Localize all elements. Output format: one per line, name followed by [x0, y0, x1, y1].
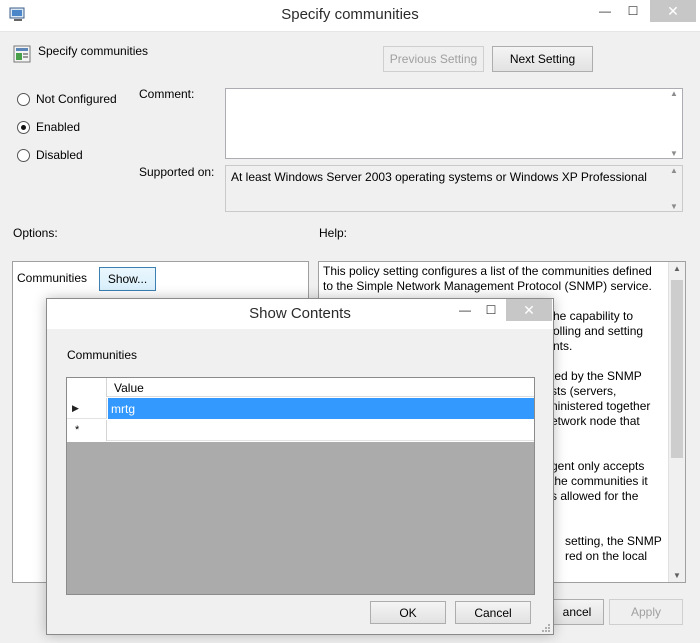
communities-option-label: Communities	[17, 271, 88, 285]
help-fragment-3: gent only accepts the communities it s a…	[551, 459, 648, 503]
radio-circle[interactable]	[17, 148, 30, 162]
help-fragment-4: setting, the SNMP red on the local	[565, 534, 662, 563]
apply-button[interactable]: Apply	[609, 599, 683, 625]
help-fragment-1: he capability to olling and setting nts.	[553, 309, 644, 353]
show-contents-dialog: Show Contents — ☐ ✕ Communities Value ▶ …	[46, 298, 554, 635]
new-row-selector[interactable]: *	[67, 420, 107, 441]
cell-value[interactable]: mrtg	[108, 398, 534, 419]
show-button[interactable]: Show...	[99, 267, 156, 291]
table-row[interactable]: ▶ mrtg	[67, 398, 534, 419]
cancel-button-label: ancel	[562, 605, 592, 619]
options-label: Options:	[13, 226, 58, 240]
radio-circle[interactable]	[17, 120, 30, 134]
previous-setting-button[interactable]: Previous Setting	[383, 46, 484, 72]
maximize-button[interactable]: ☐	[620, 0, 646, 22]
scroll-down-icon[interactable]: ▼	[670, 149, 678, 158]
dialog-maximize-button[interactable]: ☐	[478, 299, 504, 321]
scroll-down-icon[interactable]: ▼	[670, 202, 678, 211]
close-button[interactable]: ✕	[650, 0, 696, 22]
new-row[interactable]: *	[67, 420, 534, 441]
help-scrollbar[interactable]: ▲ ▼	[668, 262, 685, 582]
radio-not-configured[interactable]: Not Configured	[17, 92, 117, 106]
dialog-close-button[interactable]: ✕	[506, 299, 552, 321]
radio-disabled[interactable]: Disabled	[17, 148, 83, 162]
column-header-value[interactable]: Value	[108, 378, 534, 397]
window-titlebar: Specify communities — ☐ ✕	[0, 0, 700, 32]
row-selector[interactable]: ▶	[67, 398, 107, 419]
scroll-up-icon[interactable]: ▲	[669, 264, 685, 273]
policy-icon	[13, 45, 31, 63]
help-line-1: This policy setting configures a list of…	[323, 264, 652, 278]
radio-label: Enabled	[36, 120, 81, 134]
supported-label: Supported on:	[139, 165, 215, 179]
grid-body: Value ▶ mrtg *	[67, 378, 534, 442]
comment-scrollbar[interactable]: ▲ ▼	[666, 89, 682, 158]
radio-label: Not Configured	[36, 92, 117, 106]
communities-grid: Value ▶ mrtg *	[66, 377, 535, 595]
supported-field: At least Windows Server 2003 operating s…	[225, 165, 683, 212]
minimize-button[interactable]: —	[592, 0, 618, 22]
dialog-section-label: Communities	[67, 348, 138, 362]
radio-enabled[interactable]: Enabled	[17, 120, 80, 134]
next-setting-button[interactable]: Next Setting	[492, 46, 593, 72]
scroll-up-icon[interactable]: ▲	[670, 166, 678, 175]
ok-button[interactable]: OK	[370, 601, 446, 624]
supported-scrollbar[interactable]: ▲ ▼	[666, 166, 682, 211]
radio-label: Disabled	[36, 148, 83, 162]
dialog-cancel-button[interactable]: Cancel	[455, 601, 531, 624]
help-fragment-2: ted by the SNMP sts (servers, ninistered…	[551, 369, 651, 428]
scroll-up-icon[interactable]: ▲	[670, 89, 678, 98]
comment-label: Comment:	[139, 87, 195, 101]
current-row-icon: ▶	[72, 402, 79, 413]
help-label: Help:	[319, 226, 348, 240]
dialog-minimize-button[interactable]: —	[452, 299, 478, 321]
new-row-cell[interactable]	[108, 420, 534, 441]
grid-header-row: Value	[67, 378, 534, 397]
comment-field[interactable]: ▲ ▼	[225, 88, 683, 159]
policy-name: Specify communities	[38, 44, 149, 58]
resize-grip-icon[interactable]	[541, 622, 551, 632]
scroll-down-icon[interactable]: ▼	[669, 571, 685, 580]
supported-value: At least Windows Server 2003 operating s…	[231, 170, 647, 184]
dialog-titlebar: Show Contents — ☐ ✕	[47, 299, 553, 329]
grid-corner	[67, 378, 107, 397]
help-line-2: to the Simple Network Management Protoco…	[323, 279, 652, 293]
radio-circle[interactable]	[17, 92, 30, 106]
scroll-thumb[interactable]	[671, 280, 683, 458]
